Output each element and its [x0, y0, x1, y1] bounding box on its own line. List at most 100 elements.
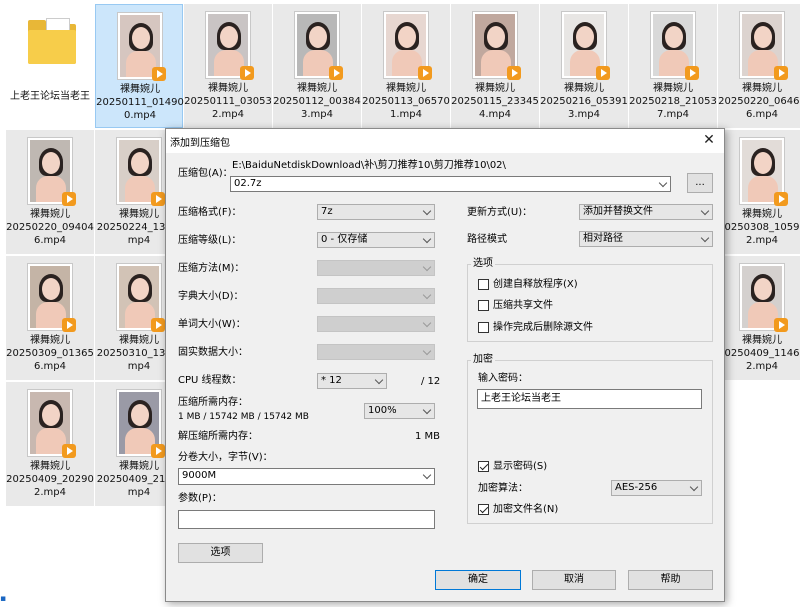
video-file-item[interactable]: 裸舞婉儿 20250409_114642.mp4	[718, 256, 800, 380]
mem-percent-value: 100%	[368, 405, 397, 416]
archive-name-combo[interactable]: 02.7z	[230, 176, 671, 192]
format-select[interactable]: 7z	[317, 204, 435, 220]
video-file-item[interactable]: 裸舞婉儿 20250115_233454.mp4	[451, 4, 539, 128]
encrypt-names-checkbox[interactable]: 加密文件名(N)	[478, 504, 558, 516]
video-file-item[interactable]: 裸舞婉儿 20250308_105922.mp4	[718, 130, 800, 254]
file-filename: 20250220_064606.mp4	[718, 96, 800, 120]
file-title: 裸舞婉儿	[30, 335, 70, 346]
chevron-down-icon	[422, 470, 432, 480]
chevron-down-icon	[422, 262, 432, 272]
video-file-item[interactable]: 裸舞婉儿 20250409_202902.mp4	[6, 382, 94, 506]
file-title: 裸舞婉儿	[120, 84, 160, 95]
video-file-item[interactable]: 裸舞婉儿 20250309_013656.mp4	[6, 256, 94, 380]
video-play-icon	[62, 444, 76, 458]
dict-label: 字典大小(D)：	[178, 291, 244, 302]
file-name: 裸舞婉儿 20250111_030532.mp4	[184, 82, 272, 121]
params-input[interactable]	[178, 510, 435, 529]
video-play-icon	[507, 66, 521, 80]
split-combo[interactable]: 9000M	[178, 468, 435, 485]
level-label: 压缩等级(L)：	[178, 235, 242, 246]
sfx-label: 创建自释放程序(X)	[493, 279, 578, 290]
file-title: 裸舞婉儿	[742, 335, 782, 346]
level-select[interactable]: 0 - 仅存储	[317, 232, 435, 248]
solid-select	[317, 344, 435, 360]
chevron-down-icon	[422, 405, 432, 415]
file-name: 裸舞婉儿 20250113_065701.mp4	[362, 82, 450, 121]
pathmode-select[interactable]: 相对路径	[579, 231, 713, 247]
file-filename: 20250216_053913.mp4	[540, 96, 628, 120]
video-file-item[interactable]: 裸舞婉儿 20250113_065701.mp4	[362, 4, 450, 128]
chevron-down-icon	[658, 178, 668, 188]
update-select[interactable]: 添加并替换文件	[579, 204, 713, 220]
folder-name: 上老王论坛当老王	[10, 91, 90, 102]
split-value: 9000M	[182, 470, 217, 481]
video-file-item[interactable]: 裸舞婉儿 20250111_014900.mp4	[95, 4, 184, 128]
enc-method-select[interactable]: AES-256	[611, 480, 702, 496]
mem-label: 压缩所需内存：	[178, 397, 248, 408]
checkbox-checked	[478, 461, 489, 472]
pathmode-label: 路径模式	[467, 234, 507, 245]
help-button[interactable]: 帮助	[628, 570, 713, 590]
video-play-icon	[62, 192, 76, 206]
file-filename: 20250309_013656.mp4	[6, 348, 94, 372]
encrypt-group-title: 加密	[471, 354, 495, 366]
mem-percent-select[interactable]: 100%	[364, 403, 435, 419]
chevron-down-icon	[422, 290, 432, 300]
threads-total: / 12	[421, 376, 441, 387]
method-label: 压缩方法(M)：	[178, 263, 245, 274]
close-icon[interactable]: ✕	[702, 132, 716, 148]
archive-name-value: 02.7z	[234, 178, 262, 189]
video-file-item[interactable]: 裸舞婉儿 20250220_064606.mp4	[718, 4, 800, 128]
checkbox-box	[478, 279, 489, 290]
decomp-value: 1 MB	[415, 431, 441, 442]
file-title: 裸舞婉儿	[30, 461, 70, 472]
chevron-down-icon	[700, 233, 710, 243]
chevron-down-icon	[374, 375, 384, 385]
video-play-icon	[329, 66, 343, 80]
decomp-label: 解压缩所需内存：	[178, 431, 258, 442]
video-play-icon	[685, 66, 699, 80]
file-name: 裸舞婉儿 20250216_053913.mp4	[540, 82, 628, 121]
file-name: 裸舞婉儿 20250220_064606.mp4	[718, 82, 800, 121]
file-name: 裸舞婉儿 20250115_233454.mp4	[451, 82, 539, 121]
file-filename: 20250218_210537.mp4	[629, 96, 717, 120]
chevron-down-icon	[700, 206, 710, 216]
password-input[interactable]: 上老王论坛当老王	[477, 389, 702, 409]
delete-checkbox[interactable]: 操作完成后删除源文件	[478, 322, 593, 334]
video-file-item[interactable]: 裸舞婉儿 20250218_210537.mp4	[629, 4, 717, 128]
show-password-label: 显示密码(S)	[493, 461, 548, 472]
pathmode-value: 相对路径	[583, 233, 623, 244]
shared-label: 压缩共享文件	[493, 300, 553, 311]
checkbox-checked	[478, 504, 489, 515]
file-filename: 20250409_114642.mp4	[718, 348, 800, 372]
threads-select[interactable]: * 12	[317, 373, 387, 389]
browse-button[interactable]: ...	[687, 173, 713, 193]
ok-button[interactable]: 确定	[435, 570, 521, 590]
folder-item[interactable]: 上老王论坛当老王	[6, 4, 94, 128]
file-name: 裸舞婉儿 20250220_094046.mp4	[6, 208, 94, 247]
solid-label: 固实数据大小：	[178, 347, 248, 358]
enc-method-value: AES-256	[615, 482, 658, 493]
options-button[interactable]: 选项	[178, 543, 263, 563]
threads-value: * 12	[321, 375, 342, 386]
video-file-item[interactable]: 裸舞婉儿 20250111_030532.mp4	[184, 4, 272, 128]
method-select	[317, 260, 435, 276]
show-password-checkbox[interactable]: 显示密码(S)	[478, 461, 547, 473]
video-play-icon	[774, 192, 788, 206]
scroll-marker: ▪	[0, 594, 7, 604]
word-select	[317, 316, 435, 332]
shared-checkbox[interactable]: 压缩共享文件	[478, 300, 553, 312]
video-play-icon	[151, 318, 165, 332]
video-play-icon	[418, 66, 432, 80]
video-file-item[interactable]: 裸舞婉儿 20250216_053913.mp4	[540, 4, 628, 128]
video-file-item[interactable]: 裸舞婉儿 20250220_094046.mp4	[6, 130, 94, 254]
sfx-checkbox[interactable]: 创建自释放程序(X)	[478, 279, 578, 291]
file-title: 裸舞婉儿	[653, 83, 693, 94]
params-label: 参数(P)：	[178, 493, 222, 504]
video-file-item[interactable]: 裸舞婉儿 20250112_003843.mp4	[273, 4, 361, 128]
encrypt-names-label: 加密文件名(N)	[493, 504, 559, 515]
file-name: 裸舞婉儿 20250111_014900.mp4	[96, 83, 184, 122]
checkbox-box	[478, 322, 489, 333]
cancel-button[interactable]: 取消	[532, 570, 616, 590]
threads-label: CPU 线程数：	[178, 375, 242, 386]
